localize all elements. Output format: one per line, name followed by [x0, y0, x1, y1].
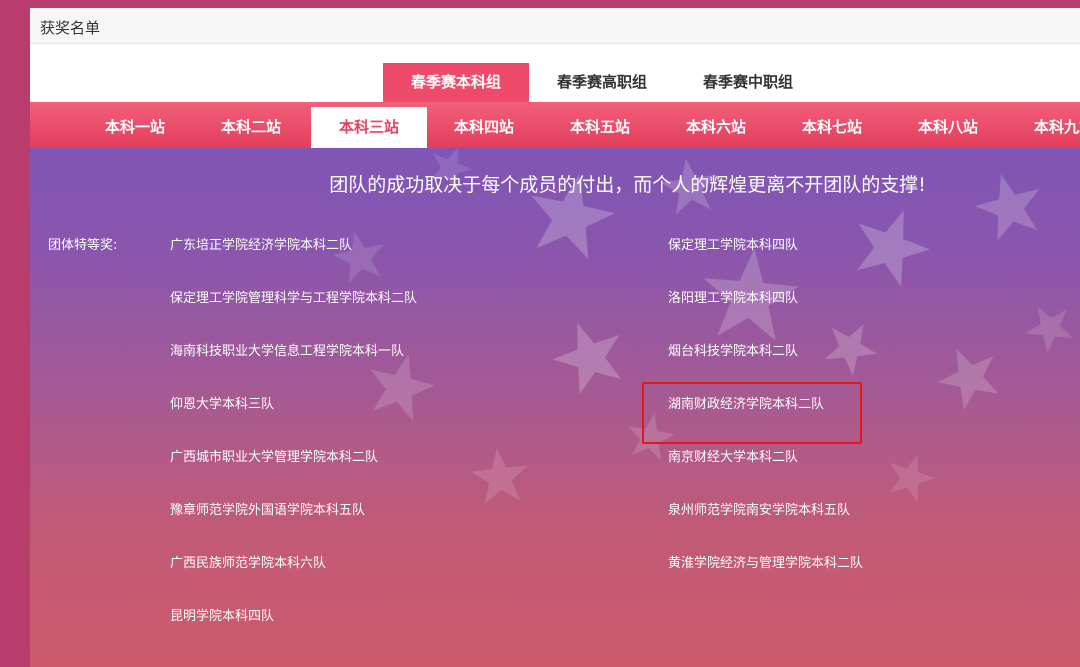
award-category-label: 团体特等奖: — [48, 238, 118, 253]
tab-station-4[interactable]: 本科四站 — [426, 107, 542, 148]
team-left-8: 昆明学院本科四队 — [170, 609, 275, 624]
team-left-6: 豫章师范学院外国语学院本科五队 — [170, 503, 366, 518]
team-right-1: 保定理工学院本科四队 — [668, 238, 799, 253]
award-list-panel: 获奖名单 春季赛本科组 春季赛高职组 春季赛中职组 本科一站 本科二站 本科三站… — [30, 8, 1080, 667]
team-left-3: 海南科技职业大学信息工程学院本科一队 — [170, 344, 405, 359]
team-left-5: 广西城市职业大学管理学院本科二队 — [170, 450, 379, 465]
team-left-4: 仰恩大学本科三队 — [170, 397, 275, 412]
slogan-text: 团队的成功取决于每个成员的付出，而个人的辉煌更离不开团队的支撑! — [329, 174, 926, 196]
tab-spring-secondary-vocational[interactable]: 春季赛中职组 — [675, 63, 821, 102]
tab-spring-vocational-college[interactable]: 春季赛高职组 — [529, 63, 675, 102]
team-right-2: 洛阳理工学院本科四队 — [668, 291, 799, 306]
team-left-7: 广西民族师范学院本科六队 — [170, 556, 327, 571]
tab-station-1[interactable]: 本科一站 — [77, 107, 193, 148]
team-right-7: 黄淮学院经济与管理学院本科二队 — [668, 556, 864, 571]
team-left-2: 保定理工学院管理科学与工程学院本科二队 — [170, 291, 418, 306]
team-right-6: 泉州师范学院南安学院本科五队 — [668, 503, 851, 518]
team-left-1: 广东培正学院经济学院本科二队 — [170, 238, 353, 253]
tab-station-6[interactable]: 本科六站 — [658, 107, 774, 148]
tab-spring-undergraduate[interactable]: 春季赛本科组 — [383, 63, 529, 102]
group-tab-bar: 春季赛本科组 春季赛高职组 春季赛中职组 — [30, 45, 1080, 102]
highlight-box — [642, 382, 862, 444]
panel-title: 获奖名单 — [40, 19, 101, 37]
team-right-3: 烟台科技学院本科二队 — [668, 344, 799, 359]
panel-title-bar: 获奖名单 — [30, 8, 1080, 44]
award-content-area: 团队的成功取决于每个成员的付出，而个人的辉煌更离不开团队的支撑! 团体特等奖: … — [30, 148, 1080, 667]
station-tab-bar: 本科一站 本科二站 本科三站 本科四站 本科五站 本科六站 本科七站 本科八站 … — [30, 102, 1080, 148]
team-right-5: 南京财经大学本科二队 — [668, 450, 799, 465]
tab-station-8[interactable]: 本科八站 — [890, 107, 1006, 148]
tab-station-7[interactable]: 本科七站 — [774, 107, 890, 148]
tab-station-5[interactable]: 本科五站 — [542, 107, 658, 148]
tab-station-9[interactable]: 本科九站 — [1006, 107, 1080, 148]
tab-station-3[interactable]: 本科三站 — [311, 107, 427, 148]
tab-station-2[interactable]: 本科二站 — [193, 107, 309, 148]
